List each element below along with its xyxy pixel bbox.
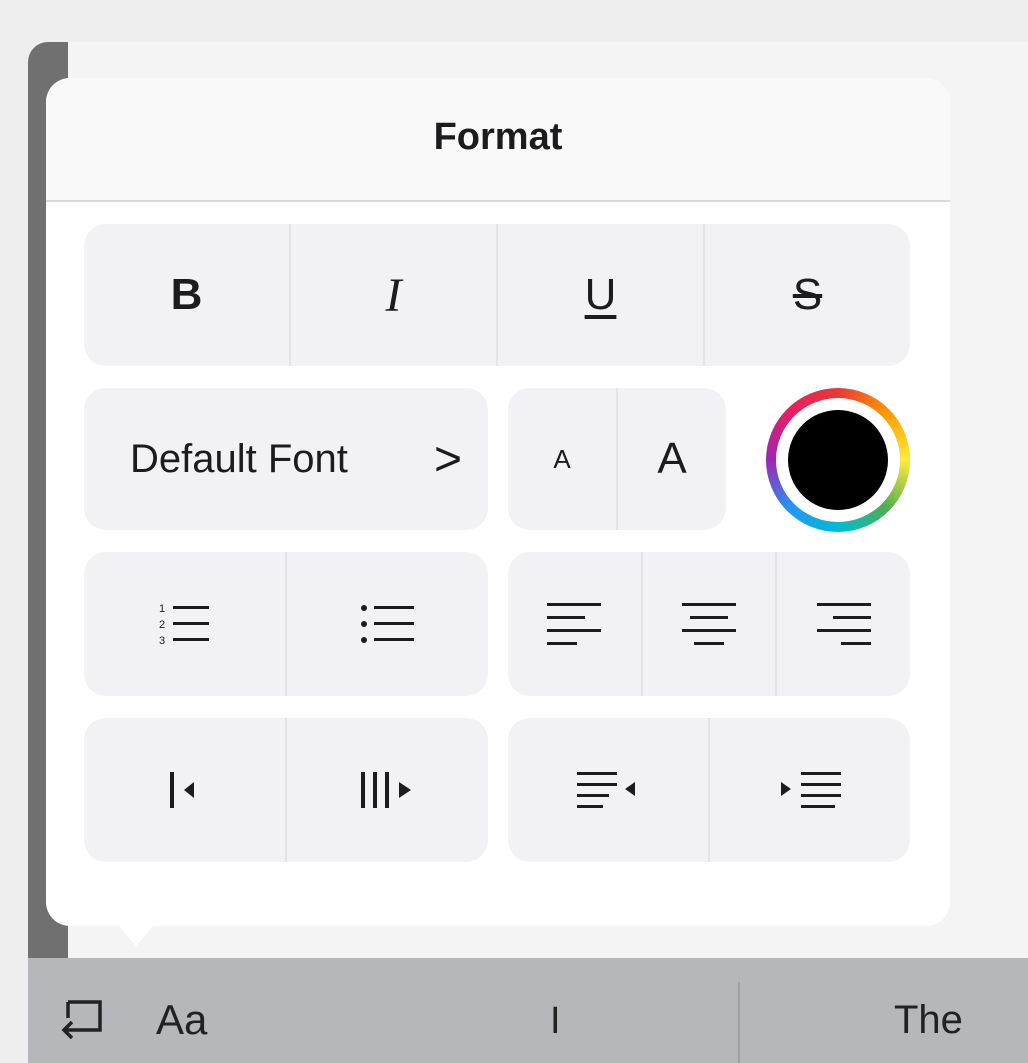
suggestion-2[interactable]: The bbox=[894, 998, 963, 1043]
align-left-icon bbox=[547, 603, 602, 645]
format-button[interactable]: Aa bbox=[156, 996, 207, 1044]
svg-text:3: 3 bbox=[159, 635, 165, 647]
strikethrough-icon: S bbox=[792, 270, 823, 319]
svg-text:1: 1 bbox=[159, 603, 165, 615]
strikethrough-button[interactable]: S bbox=[703, 224, 910, 366]
undo-button[interactable] bbox=[58, 996, 114, 1048]
text-style-group: B I U S bbox=[84, 224, 910, 366]
italic-button[interactable]: I bbox=[289, 224, 496, 366]
alignment-group bbox=[508, 552, 910, 696]
underline-icon: U bbox=[584, 270, 617, 319]
font-size-group: A A bbox=[508, 388, 726, 530]
bold-button[interactable]: B bbox=[84, 224, 289, 366]
decrease-indent-button[interactable] bbox=[84, 718, 285, 862]
font-picker-group: Default Font > bbox=[84, 388, 488, 530]
toolbar-divider bbox=[738, 982, 740, 1063]
indent-group bbox=[84, 718, 488, 862]
popover-arrow bbox=[114, 920, 158, 946]
numbered-list-icon: 1 2 3 bbox=[159, 603, 209, 647]
increase-font-size-button[interactable]: A bbox=[616, 388, 726, 530]
ltr-paragraph-icon bbox=[781, 772, 841, 808]
suggestion-1[interactable]: I bbox=[550, 1000, 561, 1043]
bold-icon: B bbox=[170, 270, 203, 319]
numbered-list-button[interactable]: 1 2 3 bbox=[84, 552, 285, 696]
align-left-button[interactable] bbox=[508, 552, 641, 696]
rtl-paragraph-icon bbox=[577, 772, 635, 808]
decrease-indent-icon bbox=[169, 772, 194, 808]
underline-button[interactable]: U bbox=[496, 224, 703, 366]
left-to-right-button[interactable] bbox=[708, 718, 910, 862]
large-a-icon: A bbox=[657, 434, 687, 483]
color-wheel-icon bbox=[776, 398, 900, 522]
align-right-icon bbox=[816, 603, 871, 645]
undo-icon bbox=[61, 1000, 102, 1040]
increase-indent-icon bbox=[360, 772, 411, 808]
italic-icon: I bbox=[385, 268, 402, 322]
list-style-group: 1 2 3 bbox=[84, 552, 488, 696]
color-picker-button[interactable] bbox=[766, 388, 910, 532]
chevron-right-icon: > bbox=[433, 432, 462, 486]
bulleted-list-icon bbox=[360, 605, 414, 643]
popover-header: Format bbox=[46, 78, 950, 202]
align-center-button[interactable] bbox=[640, 552, 776, 696]
align-center-icon bbox=[682, 603, 736, 645]
svg-text:2: 2 bbox=[159, 619, 165, 631]
paragraph-direction-group bbox=[508, 718, 910, 862]
decrease-font-size-button[interactable]: A bbox=[508, 388, 616, 530]
small-a-icon: A bbox=[553, 443, 571, 474]
increase-indent-button[interactable] bbox=[285, 718, 488, 862]
format-popover: Format B I U S Default Font > A A 1 2 3 bbox=[46, 78, 950, 926]
align-right-button[interactable] bbox=[775, 552, 910, 696]
font-picker-button[interactable]: Default Font > bbox=[84, 388, 488, 530]
font-name-label: Default Font bbox=[130, 436, 348, 481]
current-color-swatch bbox=[788, 410, 888, 510]
keyboard-toolbar: Aa I The bbox=[28, 958, 1028, 1063]
right-to-left-button[interactable] bbox=[508, 718, 708, 862]
page-title: Format bbox=[433, 116, 563, 158]
bulleted-list-button[interactable] bbox=[285, 552, 488, 696]
